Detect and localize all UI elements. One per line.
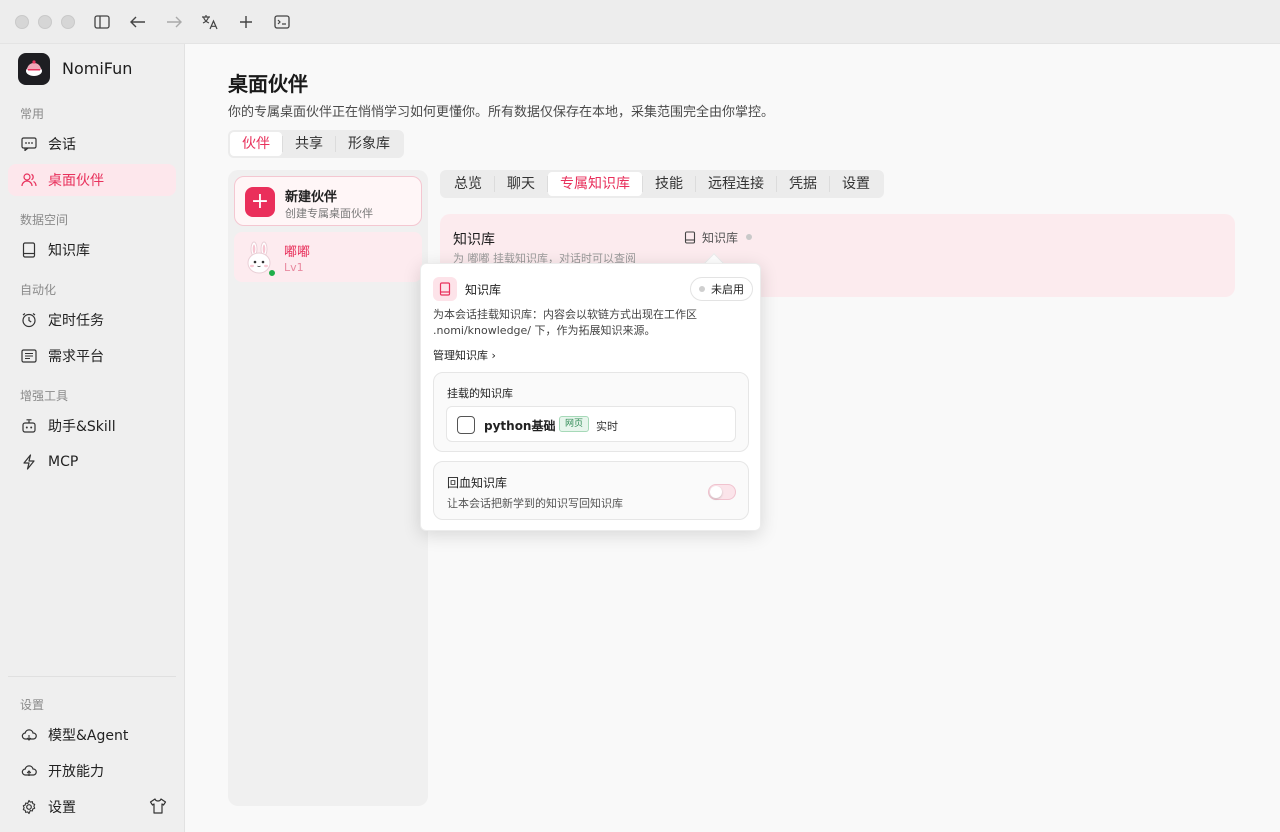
book-icon bbox=[433, 277, 457, 301]
terminal-icon[interactable] bbox=[272, 12, 292, 32]
status-label: 未启用 bbox=[711, 283, 744, 296]
sidebar-item-label: 定时任务 bbox=[48, 313, 104, 329]
partner-tabs: 总览 聊天 专属知识库 技能 远程连接 凭据 设置 bbox=[440, 170, 884, 198]
sidebar-item-demand-platform[interactable]: 需求平台 bbox=[8, 340, 176, 372]
gear-icon bbox=[20, 798, 38, 816]
source-type-badge: 网页 bbox=[559, 416, 590, 432]
popover-title: 知识库 bbox=[465, 283, 502, 297]
segment-avatar-library[interactable]: 形象库 bbox=[336, 132, 402, 156]
sidebar-item-scheduled-tasks[interactable]: 定时任务 bbox=[8, 304, 176, 336]
partner-level: Lv1 bbox=[284, 261, 304, 274]
partner-name: 嘟嘟 bbox=[284, 245, 311, 260]
knowledge-name: python基础 bbox=[484, 419, 556, 433]
robot-icon bbox=[20, 417, 38, 435]
minimize-window-button[interactable] bbox=[38, 15, 52, 29]
app-logo-icon bbox=[18, 53, 50, 85]
writeback-subtitle: 让本会话把新学到的知识写回知识库 bbox=[447, 497, 623, 510]
mounted-section-title: 挂载的知识库 bbox=[447, 387, 513, 400]
tab-credentials[interactable]: 凭据 bbox=[777, 172, 829, 196]
new-partner-title: 新建伙伴 bbox=[285, 190, 338, 205]
theme-shirt-icon[interactable] bbox=[149, 797, 167, 815]
sidebar-item-assistant-skill[interactable]: 助手&Skill bbox=[8, 410, 176, 442]
plus-icon: + bbox=[245, 187, 275, 217]
bolt-icon bbox=[20, 453, 38, 471]
cloud-icon bbox=[20, 726, 38, 744]
tab-remote-connection[interactable]: 远程连接 bbox=[696, 172, 776, 196]
sync-mode-label: 实时 bbox=[596, 420, 618, 433]
sidebar-item-label: 助手&Skill bbox=[48, 419, 116, 435]
tab-exclusive-knowledge[interactable]: 专属知识库 bbox=[548, 172, 642, 196]
sidebar-item-label: 会话 bbox=[48, 137, 76, 153]
status-pill[interactable]: 未启用 bbox=[690, 277, 753, 301]
segment-shared[interactable]: 共享 bbox=[283, 132, 335, 156]
section-label-tools: 增强工具 bbox=[20, 389, 69, 403]
sidebar-item-model-agent[interactable]: 模型&Agent bbox=[8, 719, 176, 751]
sidebar-item-label: 需求平台 bbox=[48, 349, 104, 365]
writeback-toggle[interactable] bbox=[708, 484, 736, 500]
sidebar-item-open-capabilities[interactable]: 开放能力 bbox=[8, 755, 176, 787]
sidebar-toggle-icon[interactable] bbox=[92, 12, 112, 32]
page-subtitle: 你的专属桌面伙伴正在悄悄学习如何更懂你。所有数据仅保存在本地，采集范围完全由你掌… bbox=[228, 105, 775, 120]
sidebar-item-label: 模型&Agent bbox=[48, 728, 129, 744]
tab-overview[interactable]: 总览 bbox=[442, 172, 494, 196]
writeback-title: 回血知识库 bbox=[447, 476, 508, 490]
sidebar-item-label: MCP bbox=[48, 454, 79, 470]
zoom-window-button[interactable] bbox=[61, 15, 75, 29]
new-partner-subtitle: 创建专属桌面伙伴 bbox=[285, 207, 373, 220]
sidebar-item-mcp[interactable]: MCP bbox=[8, 446, 176, 478]
sidebar-item-label: 桌面伙伴 bbox=[48, 173, 104, 189]
book-icon bbox=[684, 230, 696, 244]
title-bar bbox=[0, 0, 1280, 44]
knowledge-badge-label: 知识库 bbox=[702, 230, 739, 245]
sidebar-item-label: 开放能力 bbox=[48, 764, 104, 780]
tab-skills[interactable]: 技能 bbox=[643, 172, 695, 196]
mounted-knowledge-section: 挂载的知识库 python基础 网页 实时 bbox=[433, 372, 749, 452]
sidebar-item-knowledge[interactable]: 知识库 bbox=[8, 234, 176, 266]
close-window-button[interactable] bbox=[15, 15, 29, 29]
knowledge-list-item[interactable]: python基础 网页 实时 bbox=[446, 406, 736, 442]
page-title: 桌面伙伴 bbox=[228, 72, 308, 96]
section-label-common: 常用 bbox=[20, 107, 45, 121]
sidebar-divider bbox=[8, 676, 176, 677]
chat-icon bbox=[20, 135, 38, 153]
back-arrow-icon[interactable] bbox=[128, 12, 148, 32]
clock-icon bbox=[20, 311, 38, 329]
book-icon bbox=[20, 241, 38, 259]
popover-description: 为本会话挂载知识库：内容会以软链方式出现在工作区 .nomi/knowledge… bbox=[433, 308, 697, 337]
status-dot bbox=[746, 234, 753, 240]
list-icon bbox=[20, 347, 38, 365]
segment-partners[interactable]: 伙伴 bbox=[230, 132, 282, 156]
knowledge-popover-trigger[interactable]: 知识库 bbox=[678, 226, 762, 248]
manage-knowledge-link[interactable]: 管理知识库 › bbox=[433, 347, 496, 363]
tab-chat[interactable]: 聊天 bbox=[495, 172, 547, 196]
knowledge-checkbox[interactable] bbox=[457, 416, 475, 434]
cloud-icon bbox=[20, 762, 38, 780]
online-status-dot bbox=[267, 268, 277, 278]
status-dot bbox=[699, 286, 705, 292]
new-tab-plus-icon[interactable] bbox=[236, 12, 256, 32]
translate-icon[interactable] bbox=[200, 12, 220, 32]
sidebar-item-chat[interactable]: 会话 bbox=[8, 128, 176, 160]
section-label-automation: 自动化 bbox=[20, 283, 57, 297]
partner-list-item[interactable]: 嘟嘟 Lv1 bbox=[234, 232, 422, 282]
knowledge-card-title: 知识库 bbox=[453, 232, 495, 248]
app-name: NomiFun bbox=[62, 59, 133, 78]
new-partner-button[interactable]: + 新建伙伴 创建专属桌面伙伴 bbox=[234, 176, 422, 226]
partner-list-panel: + 新建伙伴 创建专属桌面伙伴 嘟嘟 Lv1 bbox=[228, 170, 428, 806]
tab-settings[interactable]: 设置 bbox=[830, 172, 882, 196]
forward-arrow-icon[interactable] bbox=[164, 12, 184, 32]
partner-icon bbox=[20, 171, 38, 189]
sidebar: NomiFun 常用 会话 桌面伙伴 数据空间 知识库 自动化 定时任务 需求平… bbox=[0, 44, 185, 832]
toggle-knob bbox=[710, 486, 722, 498]
section-label-data-space: 数据空间 bbox=[20, 213, 69, 227]
sidebar-item-label: 知识库 bbox=[48, 243, 90, 259]
section-label-settings: 设置 bbox=[20, 698, 45, 712]
knowledge-popover: 知识库 未启用 为本会话挂载知识库：内容会以软链方式出现在工作区 .nomi/k… bbox=[420, 263, 761, 531]
sidebar-item-desktop-partner[interactable]: 桌面伙伴 bbox=[8, 164, 176, 196]
writeback-knowledge-section: 回血知识库 让本会话把新学到的知识写回知识库 bbox=[433, 461, 749, 520]
segment-control: 伙伴 共享 形象库 bbox=[228, 130, 404, 158]
sidebar-item-label: 设置 bbox=[48, 800, 76, 816]
